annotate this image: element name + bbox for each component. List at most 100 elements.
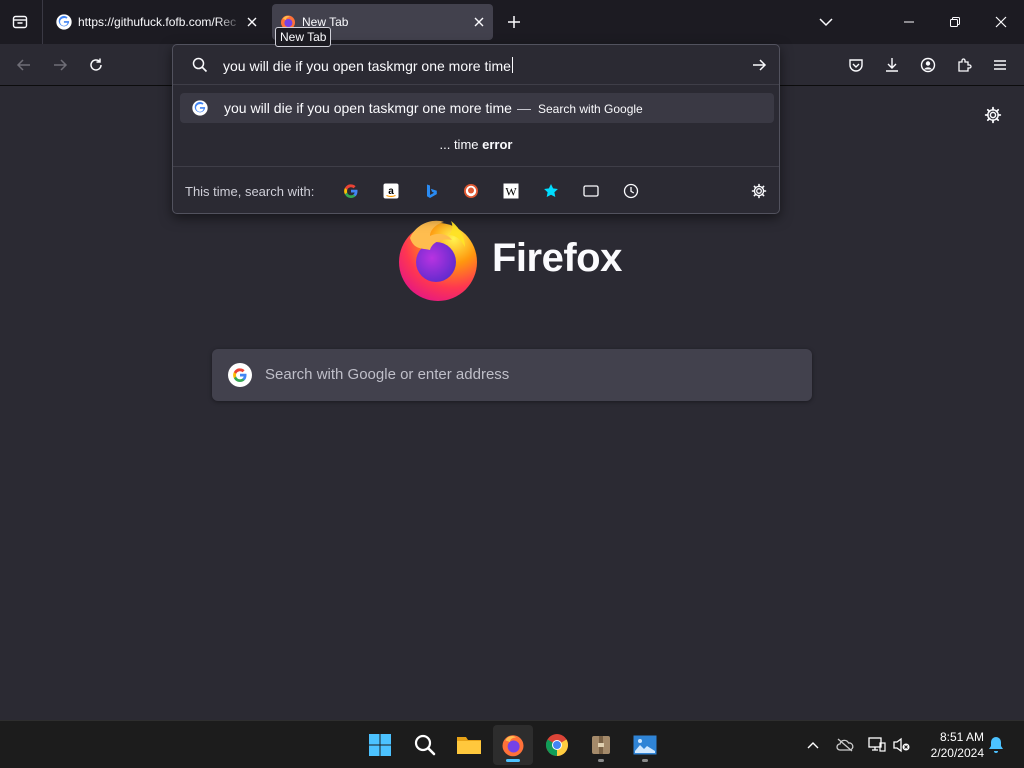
svg-text:a: a — [388, 186, 394, 197]
duckduckgo-icon — [464, 184, 478, 198]
gear-icon — [751, 183, 767, 199]
start-button[interactable] — [360, 725, 400, 765]
personalize-button[interactable] — [982, 104, 1004, 126]
onedrive-tray-button[interactable] — [835, 735, 855, 755]
search-suggestion[interactable]: ... time error — [173, 133, 779, 157]
oneoff-bing-button[interactable] — [421, 181, 441, 201]
firefox-wordmark: Firefox — [492, 236, 622, 280]
tab-icon — [583, 185, 599, 197]
search-icon — [191, 56, 209, 74]
arrow-right-icon — [753, 59, 767, 71]
account-icon — [920, 57, 936, 73]
firefox-taskbar-button[interactable] — [493, 725, 533, 765]
wikipedia-icon: W — [503, 183, 519, 199]
oneoff-google-button[interactable] — [341, 181, 361, 201]
volume-muted-icon — [893, 737, 910, 753]
oneoff-history-button[interactable] — [621, 181, 641, 201]
urlbar-dropdown: you will die if you open taskmgr one mor… — [172, 44, 780, 214]
taskbar-search-button[interactable] — [405, 725, 445, 765]
archive-app-button[interactable] — [581, 725, 621, 765]
running-indicator — [642, 759, 648, 762]
account-button[interactable] — [912, 49, 944, 81]
new-tab-button[interactable] — [500, 8, 528, 36]
forward-button[interactable] — [44, 49, 76, 81]
ntp-search-box[interactable]: Search with Google or enter address — [212, 349, 812, 401]
oneoff-wikipedia-button[interactable]: W — [501, 181, 521, 201]
app-menu-button[interactable] — [984, 49, 1016, 81]
close-tab-button[interactable] — [471, 14, 487, 30]
windows-taskbar: 8:51 AM 2/20/2024 — [0, 720, 1024, 768]
search-result-row[interactable]: you will die if you open taskmgr one mor… — [180, 93, 774, 123]
one-off-label: This time, search with: — [185, 184, 315, 199]
taskbar-clock[interactable]: 8:51 AM 2/20/2024 — [920, 729, 984, 761]
show-hidden-icons-button[interactable] — [803, 735, 823, 755]
result-query: you will die if you open taskmgr one mor… — [224, 100, 512, 116]
tab-tooltip: New Tab — [275, 27, 332, 47]
clock-date: 2/20/2024 — [930, 746, 984, 760]
extensions-button[interactable] — [948, 49, 980, 81]
go-button[interactable] — [747, 55, 771, 75]
text-caret — [511, 57, 513, 73]
close-icon — [247, 17, 257, 27]
urlbar-input-row — [173, 45, 779, 85]
downloads-button[interactable] — [876, 49, 908, 81]
one-off-search-row: This time, search with: a W — [173, 166, 779, 214]
puzzle-icon — [958, 58, 972, 72]
oneoff-amazon-button[interactable]: a — [381, 181, 401, 201]
minimize-icon — [904, 21, 914, 23]
back-button[interactable] — [8, 49, 40, 81]
arrow-right-icon — [54, 59, 68, 71]
ntp-search-placeholder: Search with Google or enter address — [265, 366, 510, 383]
firefox-logo-icon — [399, 220, 477, 301]
pocket-button[interactable] — [840, 49, 872, 81]
close-tab-button[interactable] — [244, 14, 260, 30]
clock-icon — [623, 183, 639, 199]
suggestion-bold: error — [482, 137, 513, 152]
suggestion-prefix: ... time — [439, 137, 483, 152]
volume-tray-button[interactable] — [892, 735, 912, 755]
cloud-offline-icon — [836, 738, 854, 752]
chevron-down-icon — [819, 18, 833, 27]
chrome-taskbar-button[interactable] — [537, 725, 577, 765]
oneoff-tabs-button[interactable] — [581, 181, 601, 201]
tab-strip: https://githufuck.fofb.com/Rec New Tab — [0, 0, 1024, 44]
tab-title: https://githufuck.fofb.com/Rec — [78, 15, 237, 29]
google-g-icon — [56, 14, 72, 30]
bing-icon — [427, 184, 437, 198]
minimize-button[interactable] — [890, 8, 928, 36]
firefox-view-icon — [12, 15, 28, 29]
active-indicator — [506, 759, 520, 762]
urlbar-input[interactable] — [223, 55, 723, 77]
file-explorer-button[interactable] — [449, 725, 489, 765]
tab-github[interactable]: https://githufuck.fofb.com/Rec — [48, 4, 266, 40]
reload-button[interactable] — [80, 49, 112, 81]
image-app-button[interactable] — [625, 725, 665, 765]
close-window-button[interactable] — [982, 8, 1020, 36]
star-icon — [544, 184, 558, 197]
download-icon — [886, 58, 898, 72]
search-icon — [414, 734, 436, 756]
restore-button[interactable] — [936, 8, 974, 36]
oneoff-duckduckgo-button[interactable] — [461, 181, 481, 201]
clock-time: 8:51 AM — [939, 730, 984, 744]
notifications-button[interactable] — [986, 735, 1006, 755]
close-icon — [474, 17, 484, 27]
oneoff-bookmarks-button[interactable] — [541, 181, 561, 201]
list-all-tabs-button[interactable] — [810, 8, 842, 36]
archive-icon — [592, 736, 610, 754]
restore-icon — [950, 17, 960, 27]
bell-icon — [989, 737, 1003, 753]
result-action: Search with Google — [538, 102, 643, 116]
firefox-logo: Firefox — [396, 216, 636, 306]
network-icon — [868, 737, 886, 752]
chrome-icon — [546, 734, 568, 756]
google-g-icon — [344, 184, 358, 199]
amazon-icon: a — [383, 183, 399, 199]
chevron-up-icon — [807, 742, 819, 749]
network-tray-button[interactable] — [867, 735, 887, 755]
google-g-icon — [192, 100, 208, 116]
close-icon — [995, 16, 1007, 28]
google-g-icon — [228, 363, 252, 387]
search-settings-button[interactable] — [749, 181, 769, 201]
firefox-view-button[interactable] — [4, 6, 36, 38]
